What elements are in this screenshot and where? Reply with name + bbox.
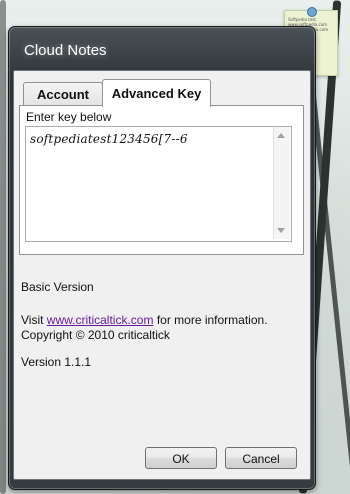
visit-line: Visit www.criticaltick.com for more info…	[21, 313, 268, 327]
visit-prefix: Visit	[21, 313, 47, 327]
scroll-down-arrow-icon[interactable]	[277, 228, 285, 233]
pin-icon	[307, 7, 317, 17]
scroll-up-arrow-icon[interactable]	[277, 133, 285, 138]
cancel-button[interactable]: Cancel	[225, 447, 297, 469]
website-link[interactable]: www.criticaltick.com	[47, 313, 154, 327]
version-text: Version 1.1.1	[21, 355, 92, 369]
copyright-text: Copyright © 2010 criticaltick	[21, 328, 170, 342]
key-value[interactable]: softpediatest123456[7--6	[30, 132, 188, 146]
tab-account[interactable]: Account	[23, 82, 103, 106]
key-textarea-scrollbar[interactable]	[273, 127, 290, 239]
tree-branch	[0, 0, 6, 494]
tab-advanced-key[interactable]: Advanced Key	[102, 79, 211, 107]
window-title: Cloud Notes	[24, 42, 107, 59]
visit-suffix: for more information.	[153, 313, 268, 327]
key-field-label: Enter key below	[26, 110, 112, 124]
edition-text: Basic Version	[21, 280, 94, 294]
ok-button[interactable]: OK	[145, 447, 217, 469]
